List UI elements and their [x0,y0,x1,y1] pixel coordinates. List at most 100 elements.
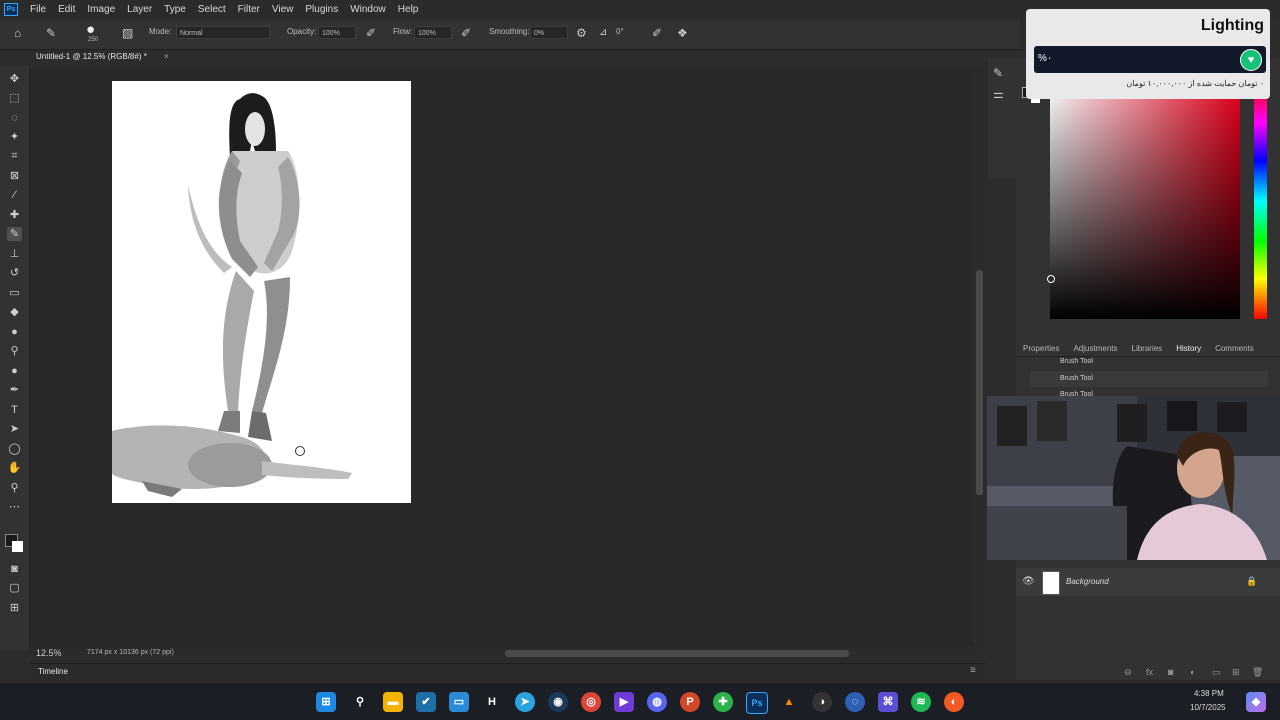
group-icon[interactable]: ▭ [1212,667,1221,678]
stamp-tool-icon[interactable]: ⊥ [7,247,22,261]
copilot-icon[interactable]: ◆ [1246,692,1266,712]
discord-icon[interactable]: ◍ [647,692,667,712]
tab-comments[interactable]: Comments [1208,344,1261,353]
history-item[interactable]: Brush Tool [1060,358,1093,365]
steam-icon[interactable]: ◉ [548,692,568,712]
clock-time[interactable]: 4:38 PM [1194,689,1224,698]
lasso-tool-icon[interactable]: ◌ [7,111,22,125]
angle-value[interactable]: 0° [616,27,624,36]
brush-settings-dock-icon[interactable]: ⚌ [993,88,1004,100]
tab-properties[interactable]: Properties [1016,344,1066,353]
move-tool-icon[interactable]: ✥ [7,72,22,86]
menu-file[interactable]: File [24,0,52,19]
layer-name[interactable]: Background [1066,577,1109,586]
menu-filter[interactable]: Filter [232,0,266,19]
horizontal-scroll-thumb[interactable] [505,650,849,657]
symmetry-icon[interactable]: ❖ [677,27,688,39]
pen-tool-icon[interactable]: ✒ [7,383,22,397]
opacity-field[interactable]: 100% [318,26,356,39]
document-canvas[interactable] [112,81,411,503]
powerpoint-icon[interactable]: P [680,692,700,712]
photoshop-taskbar-icon[interactable]: Ps [746,692,768,714]
history-item[interactable]: Brush Tool [1060,375,1093,382]
delete-layer-icon[interactable]: 🗑 [1252,667,1263,678]
start-icon[interactable]: ⊞ [316,692,336,712]
menu-edit[interactable]: Edit [52,0,81,19]
menu-plugins[interactable]: Plugins [299,0,344,19]
clock-date[interactable]: 10/7/2025 [1190,703,1226,712]
quick-mask-icon[interactable]: ◙ [7,562,22,576]
menu-window[interactable]: Window [344,0,392,19]
color-picker-cursor[interactable] [1047,275,1055,283]
marquee-tool-icon[interactable]: ⬚ [7,91,22,105]
orange-app-icon[interactable]: ◐ [944,692,964,712]
home-icon[interactable]: ⌂ [14,27,21,39]
menu-select[interactable]: Select [192,0,232,19]
obs-icon[interactable]: ◑ [812,692,832,712]
brush-presets-dock-icon[interactable]: ✎ [993,67,1003,79]
zoom-level[interactable]: 12.5% [36,648,62,658]
tab-history[interactable]: History [1169,344,1208,353]
type-tool-icon[interactable]: T [7,403,22,417]
new-layer-icon[interactable]: ⊞ [1232,667,1240,678]
flow-field[interactable]: 100% [414,26,452,39]
color-picker-field[interactable] [1050,83,1240,319]
media-app-icon[interactable]: ▶ [614,692,634,712]
hue-slider[interactable] [1254,83,1267,319]
zoom-tool-icon[interactable]: ⚲ [7,481,22,495]
vscode-icon[interactable]: ✔ [416,692,436,712]
mask-icon[interactable]: ◙ [1168,667,1173,677]
eraser-tool-icon[interactable]: ▭ [7,286,22,300]
file-explorer-icon[interactable]: ▬ [383,692,403,712]
timeline-menu-icon[interactable]: ≡ [970,665,976,676]
history-brush-tool-icon[interactable]: ↺ [7,266,22,280]
vlc-icon[interactable]: ▲ [779,692,799,712]
hand-tool-icon[interactable]: ✋ [7,461,22,475]
layer-row[interactable]: 👁 Background 🔒 [1016,568,1280,596]
document-tab[interactable]: Untitled-1 @ 12.5% (RGB/8#) * [36,52,147,61]
brush-settings-icon[interactable]: ▨ [122,27,133,39]
close-tab-icon[interactable]: × [164,52,169,61]
smoothing-settings-icon[interactable]: ⚙ [576,27,587,39]
blur-tool-icon[interactable]: ● [7,325,22,339]
app-icon[interactable]: ▭ [449,692,469,712]
magic-wand-tool-icon[interactable]: ✦ [7,130,22,144]
mode-select[interactable]: Normal [176,26,270,39]
vertical-scroll-thumb[interactable] [976,270,983,495]
screen-mode-icon[interactable]: ▢ [7,581,22,595]
menu-image[interactable]: Image [81,0,121,19]
browser-icon[interactable]: ◌ [845,692,865,712]
path-selection-tool-icon[interactable]: ➤ [7,422,22,436]
controller-icon[interactable]: ⌘ [878,692,898,712]
more-tools-icon[interactable]: ⋯ [7,500,22,514]
telegram-icon[interactable]: ➤ [515,692,535,712]
tab-libraries[interactable]: Libraries [1125,344,1170,353]
healing-brush-tool-icon[interactable]: ✚ [7,208,22,222]
brush-tool-icon[interactable]: ✎ [7,227,22,241]
link-layers-icon[interactable]: ⊖ [1124,667,1132,678]
menu-view[interactable]: View [266,0,300,19]
crop-tool-icon[interactable]: ⌗ [7,149,22,163]
menu-layer[interactable]: Layer [121,0,158,19]
edit-toolbar-icon[interactable]: ⊞ [7,601,22,615]
eyedropper-tool-icon[interactable]: ⁄ [7,188,22,202]
layer-visibility-icon[interactable]: 👁 [1022,576,1035,587]
menu-help[interactable]: Help [392,0,425,19]
adjustment-layer-icon[interactable]: ◐ [1190,667,1195,677]
sponge-tool-icon[interactable]: ● [7,364,22,378]
chrome-icon[interactable]: ◎ [581,692,601,712]
pressure-size-icon[interactable]: ✐ [652,27,662,39]
fx-icon[interactable]: fx [1146,667,1153,677]
green-app-icon[interactable]: ✚ [713,692,733,712]
frame-tool-icon[interactable]: ⊠ [7,169,22,183]
background-color-swatch[interactable] [12,541,23,552]
ellipse-tool-icon[interactable]: ◯ [7,442,22,456]
paint-bucket-tool-icon[interactable]: ◆ [7,305,22,319]
smoothing-field[interactable]: 0% [530,26,568,39]
search-icon[interactable]: ⚲ [350,692,370,712]
dodge-tool-icon[interactable]: ⚲ [7,344,22,358]
spotify-icon[interactable]: ≋ [911,692,931,712]
heading-app-icon[interactable]: H [482,692,502,712]
tab-adjustments[interactable]: Adjustments [1066,344,1124,353]
brush-preset-icon[interactable]: ✎ [46,27,56,39]
